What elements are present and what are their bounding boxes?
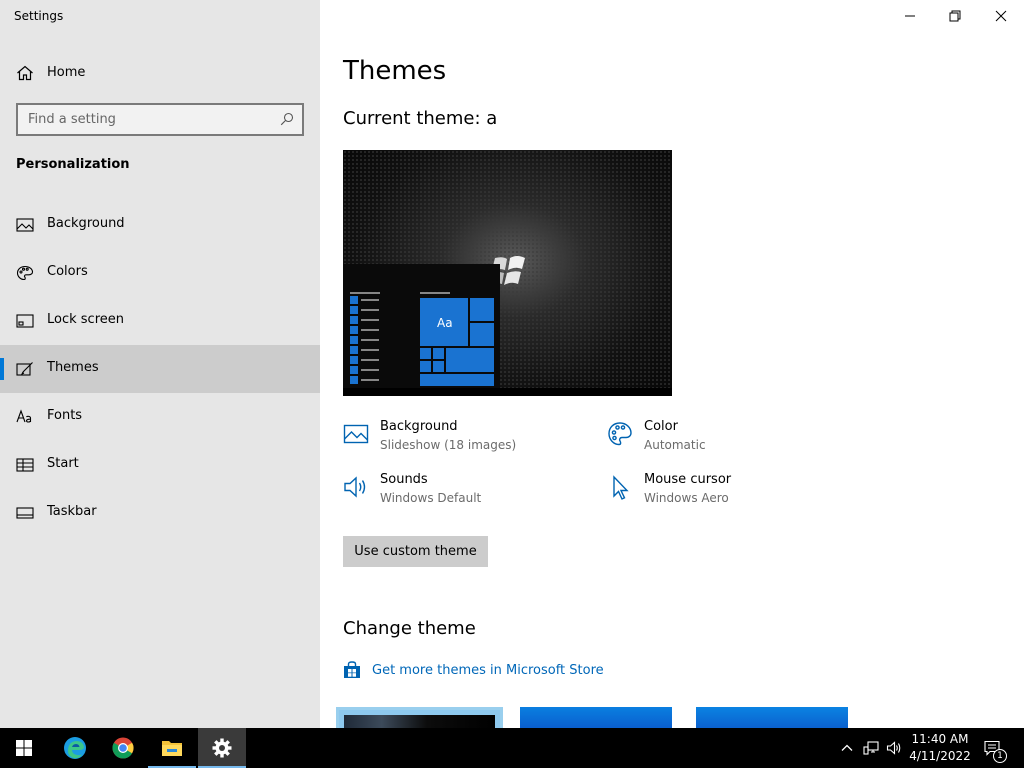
settings-icon bbox=[212, 738, 232, 758]
cursor-icon bbox=[613, 475, 629, 500]
close-icon bbox=[995, 10, 1007, 22]
chrome-icon bbox=[112, 737, 134, 759]
taskbar-icon bbox=[16, 507, 34, 519]
thumbnail-image bbox=[344, 715, 495, 728]
theme-thumbnail[interactable] bbox=[520, 707, 672, 728]
background-setting-link[interactable]: Background Slideshow (18 images) bbox=[343, 419, 583, 463]
sidebar-item-label: Colors bbox=[47, 264, 88, 279]
selection-indicator bbox=[0, 358, 4, 380]
section-title: Personalization bbox=[16, 157, 130, 172]
sidebar-item-colors[interactable]: Colors bbox=[0, 249, 320, 297]
theme-thumbnail-selected[interactable] bbox=[336, 707, 503, 728]
preview-taskbar bbox=[343, 388, 672, 396]
image-icon bbox=[343, 424, 369, 444]
sidebar-item-themes[interactable]: Themes bbox=[0, 345, 320, 393]
mouse-cursor-setting-link[interactable]: Mouse cursor Windows Aero bbox=[607, 472, 847, 516]
lock-screen-icon bbox=[16, 314, 34, 328]
color-setting-link[interactable]: Color Automatic bbox=[607, 419, 847, 463]
start-icon bbox=[16, 458, 34, 472]
minimize-button[interactable] bbox=[887, 0, 933, 32]
taskbar-edge[interactable] bbox=[51, 728, 99, 768]
taskbar-chrome[interactable] bbox=[99, 728, 147, 768]
setting-value: Slideshow (18 images) bbox=[380, 438, 517, 452]
app-title: Settings bbox=[14, 9, 64, 23]
sidebar: Settings Home Personalization Background… bbox=[0, 0, 320, 728]
volume-icon[interactable] bbox=[886, 740, 902, 756]
sidebar-item-label: Home bbox=[47, 65, 86, 80]
sidebar-item-label: Background bbox=[47, 216, 125, 231]
setting-name: Color bbox=[644, 419, 678, 434]
taskbar: 11:40 AM 4/11/2022 1 bbox=[0, 728, 1024, 768]
search-input[interactable] bbox=[18, 105, 268, 134]
notification-count-badge: 1 bbox=[993, 749, 1007, 763]
palette-icon bbox=[608, 422, 632, 446]
network-icon[interactable] bbox=[863, 740, 879, 756]
restore-icon bbox=[949, 10, 961, 22]
store-icon bbox=[344, 661, 360, 678]
sidebar-item-label: Fonts bbox=[47, 408, 83, 423]
close-button[interactable] bbox=[978, 0, 1024, 32]
sidebar-item-start[interactable]: Start bbox=[0, 441, 320, 489]
clock-time: 11:40 AM bbox=[911, 732, 969, 746]
clock-date: 4/11/2022 bbox=[909, 749, 971, 763]
sidebar-item-label: Start bbox=[47, 456, 79, 471]
start-button[interactable] bbox=[0, 728, 48, 768]
preview-tile-text: Aa bbox=[437, 316, 453, 330]
sidebar-item-background[interactable]: Background bbox=[0, 201, 320, 249]
sidebar-item-home[interactable]: Home bbox=[0, 57, 320, 89]
setting-name: Background bbox=[380, 419, 458, 434]
page-title: Themes bbox=[343, 56, 447, 86]
use-custom-theme-button[interactable]: Use custom theme bbox=[343, 536, 488, 567]
themes-icon bbox=[16, 362, 33, 376]
file-explorer-icon bbox=[162, 741, 182, 756]
sidebar-item-fonts[interactable]: Fonts bbox=[0, 393, 320, 441]
edge-icon bbox=[64, 737, 86, 759]
setting-value: Windows Default bbox=[380, 491, 482, 505]
theme-preview: Aa bbox=[343, 150, 672, 396]
show-hidden-icons-chevron-icon[interactable] bbox=[839, 740, 855, 756]
sounds-setting-link[interactable]: Sounds Windows Default bbox=[343, 472, 583, 516]
setting-name: Mouse cursor bbox=[644, 472, 732, 487]
windows-start-icon bbox=[16, 740, 32, 756]
change-theme-heading: Change theme bbox=[343, 618, 476, 639]
setting-value: Windows Aero bbox=[644, 491, 729, 505]
current-theme-heading: Current theme: a bbox=[343, 108, 498, 129]
search-box[interactable] bbox=[16, 103, 304, 136]
sidebar-item-label: Lock screen bbox=[47, 312, 124, 327]
home-icon bbox=[17, 65, 33, 81]
taskbar-file-explorer[interactable] bbox=[148, 728, 196, 768]
search-icon[interactable] bbox=[280, 112, 294, 126]
sidebar-item-lock-screen[interactable]: Lock screen bbox=[0, 297, 320, 345]
restore-button[interactable] bbox=[932, 0, 978, 32]
theme-thumbnail[interactable] bbox=[696, 707, 848, 728]
sidebar-item-label: Themes bbox=[47, 360, 99, 375]
setting-name: Sounds bbox=[380, 472, 428, 487]
setting-value: Automatic bbox=[644, 438, 706, 452]
image-icon bbox=[16, 218, 34, 232]
sidebar-item-taskbar[interactable]: Taskbar bbox=[0, 489, 320, 537]
fonts-icon bbox=[16, 409, 32, 423]
taskbar-settings[interactable] bbox=[198, 728, 246, 768]
speaker-icon bbox=[344, 476, 366, 498]
minimize-icon bbox=[905, 15, 915, 17]
action-center-button[interactable]: 1 bbox=[980, 728, 1020, 768]
preview-tiles bbox=[350, 292, 494, 386]
store-link-label: Get more themes in Microsoft Store bbox=[372, 663, 604, 678]
palette-icon bbox=[16, 265, 34, 281]
taskbar-clock[interactable]: 11:40 AM 4/11/2022 bbox=[906, 731, 974, 765]
sidebar-item-label: Taskbar bbox=[47, 504, 97, 519]
